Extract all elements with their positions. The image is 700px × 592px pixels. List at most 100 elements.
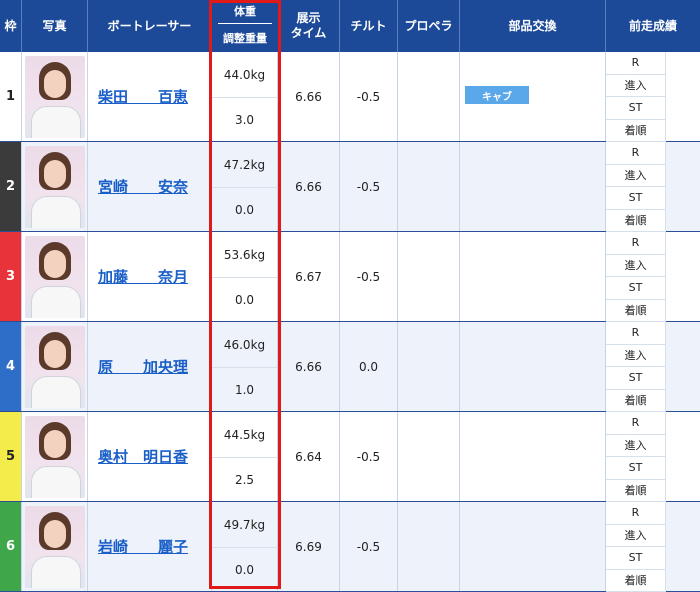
prev-record-label: 進入 xyxy=(606,255,666,278)
racer-name-link[interactable]: 岩崎 麗子 xyxy=(98,536,188,557)
parts-cell xyxy=(460,502,606,591)
header-weight: 体重 xyxy=(212,0,278,22)
header-prev: 前走成績 xyxy=(606,0,700,52)
prev-record-cell: R進入ST着順 xyxy=(606,412,700,501)
body-weight: 44.5kg xyxy=(212,412,277,458)
prev-record-label: R xyxy=(606,322,666,345)
photo-face xyxy=(44,250,66,278)
photo-face xyxy=(44,70,66,98)
name-cell: 加藤 奈月 xyxy=(88,232,212,321)
prev-record-label: 進入 xyxy=(606,165,666,188)
parts-cell xyxy=(460,322,606,411)
prev-record-label: 着順 xyxy=(606,480,666,503)
header-exhibit: 展示 タイム xyxy=(278,0,340,52)
name-cell: 岩崎 麗子 xyxy=(88,502,212,591)
racer-row: 3加藤 奈月53.6kg0.06.67-0.5R進入ST着順 xyxy=(0,232,700,322)
prev-record-label: 着順 xyxy=(606,300,666,323)
prev-record-cell: R進入ST着順 xyxy=(606,502,700,591)
waku-number: 5 xyxy=(0,412,22,501)
racer-name-link[interactable]: 原 加央理 xyxy=(98,356,188,377)
prev-record-label: 進入 xyxy=(606,435,666,458)
photo-face xyxy=(44,520,66,548)
parts-cell: キャブ xyxy=(460,52,606,141)
racer-photo[interactable] xyxy=(25,236,85,318)
exhibit-time: 6.67 xyxy=(278,232,340,321)
prev-record-cell: R進入ST着順 xyxy=(606,142,700,231)
prev-record-label: R xyxy=(606,52,666,75)
parts-cell xyxy=(460,142,606,231)
propeller-cell xyxy=(398,232,460,321)
body-weight: 46.0kg xyxy=(212,322,277,368)
waku-number: 1 xyxy=(0,52,22,141)
racer-photo[interactable] xyxy=(25,56,85,138)
photo-body xyxy=(31,106,81,138)
racer-row: 2宮崎 安奈47.2kg0.06.66-0.5R進入ST着順 xyxy=(0,142,700,232)
racer-name-link[interactable]: 柴田 百恵 xyxy=(98,86,188,107)
prev-record-label: 着順 xyxy=(606,570,666,592)
weight-cell: 44.5kg2.5 xyxy=(212,412,278,501)
tilt-value: -0.5 xyxy=(340,52,398,141)
tilt-value: -0.5 xyxy=(340,502,398,591)
prev-record-label: ST xyxy=(606,367,666,390)
prev-record-label: ST xyxy=(606,547,666,570)
prev-record-cell: R進入ST着順 xyxy=(606,232,700,321)
prev-record-label: 進入 xyxy=(606,345,666,368)
racer-name-link[interactable]: 宮崎 安奈 xyxy=(98,176,188,197)
header-exhibit-line1: 展示 xyxy=(296,11,320,26)
exhibit-time: 6.69 xyxy=(278,502,340,591)
weight-cell: 53.6kg0.0 xyxy=(212,232,278,321)
photo-cell xyxy=(22,232,88,321)
tilt-value: 0.0 xyxy=(340,322,398,411)
adjust-weight: 2.5 xyxy=(212,457,277,502)
parts-badge: キャブ xyxy=(465,86,529,104)
propeller-cell xyxy=(398,502,460,591)
weight-cell: 47.2kg0.0 xyxy=(212,142,278,231)
adjust-weight: 0.0 xyxy=(212,277,277,322)
header-parts: 部品交換 xyxy=(460,0,606,52)
body-weight: 49.7kg xyxy=(212,502,277,548)
adjust-weight: 0.0 xyxy=(212,187,277,232)
header-photo: 写真 xyxy=(22,0,88,52)
photo-face xyxy=(44,430,66,458)
prev-record-label: 着順 xyxy=(606,210,666,233)
prev-record-label: ST xyxy=(606,277,666,300)
photo-body xyxy=(31,196,81,228)
photo-cell xyxy=(22,322,88,411)
prev-record-label: ST xyxy=(606,187,666,210)
header-adjust: 調整重量 xyxy=(212,27,278,49)
propeller-cell xyxy=(398,52,460,141)
prev-record-label: R xyxy=(606,142,666,165)
tilt-value: -0.5 xyxy=(340,412,398,501)
body-weight: 44.0kg xyxy=(212,52,277,98)
racer-photo[interactable] xyxy=(25,416,85,498)
racer-row: 1柴田 百恵44.0kg3.06.66-0.5キャブR進入ST着順 xyxy=(0,52,700,142)
racer-photo[interactable] xyxy=(25,326,85,408)
name-cell: 柴田 百恵 xyxy=(88,52,212,141)
waku-number: 2 xyxy=(0,142,22,231)
racer-name-link[interactable]: 加藤 奈月 xyxy=(98,266,188,287)
prev-record-label: 進入 xyxy=(606,525,666,548)
parts-cell xyxy=(460,232,606,321)
racer-photo[interactable] xyxy=(25,146,85,228)
tilt-value: -0.5 xyxy=(340,142,398,231)
name-cell: 奥村 明日香 xyxy=(88,412,212,501)
photo-cell xyxy=(22,502,88,591)
parts-cell xyxy=(460,412,606,501)
weight-cell: 46.0kg1.0 xyxy=(212,322,278,411)
waku-number: 4 xyxy=(0,322,22,411)
weight-cell: 49.7kg0.0 xyxy=(212,502,278,591)
body-weight: 47.2kg xyxy=(212,142,277,188)
racer-name-link[interactable]: 奥村 明日香 xyxy=(98,446,188,467)
prev-record-label: ST xyxy=(606,457,666,480)
propeller-cell xyxy=(398,142,460,231)
prev-record-label: ST xyxy=(606,97,666,120)
waku-number: 6 xyxy=(0,502,22,591)
exhibit-time: 6.66 xyxy=(278,322,340,411)
racer-row: 6 岩崎 麗子 49.7kg0.06.69-0.5 R進入ST着順 xyxy=(0,502,700,592)
photo-face xyxy=(44,160,66,188)
header-tilt: チルト xyxy=(340,0,398,52)
adjust-weight: 0.0 xyxy=(212,547,277,592)
prev-record-label: R xyxy=(606,412,666,435)
photo-cell xyxy=(22,142,88,231)
racer-photo[interactable] xyxy=(25,506,85,588)
